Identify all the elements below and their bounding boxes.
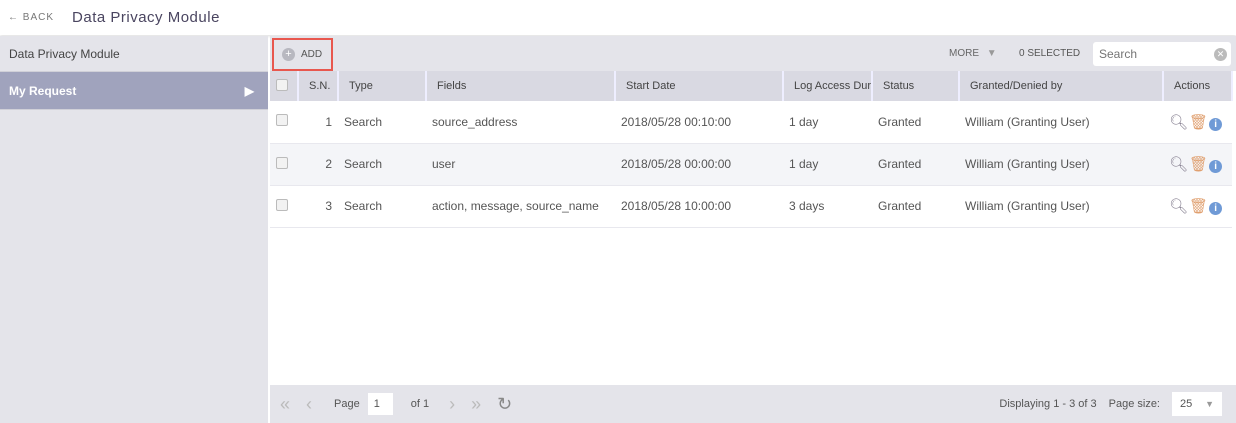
- displaying-text: Displaying 1 - 3 of 3: [999, 398, 1097, 410]
- requests-table: S.N. Type Fields Start Date Log Access D…: [270, 71, 1233, 228]
- cell-granted-by: William (Granting User): [959, 185, 1163, 228]
- last-page-icon[interactable]: »: [471, 394, 481, 415]
- cell-start-date: 2018/05/28 00:00:00: [615, 143, 783, 186]
- info-icon[interactable]: i: [1209, 117, 1223, 131]
- column-header-type[interactable]: Type: [338, 71, 427, 101]
- cell-fields: user: [426, 143, 615, 186]
- selected-count: 0 SELECTED: [1019, 48, 1081, 59]
- cell-sn: 2: [298, 143, 338, 186]
- main-panel: + ADD MORE ▼ 0 SELECTED ✕ S.N. Type Field…: [270, 36, 1236, 423]
- refresh-icon[interactable]: ↻: [497, 394, 512, 415]
- cell-type: Search: [338, 143, 426, 186]
- trash-icon[interactable]: 🗑︎: [1189, 198, 1208, 215]
- sidebar-item-my-request[interactable]: My Request ▶: [0, 72, 268, 110]
- cell-granted-by: William (Granting User): [959, 101, 1163, 144]
- select-all-checkbox[interactable]: [276, 78, 288, 91]
- cell-duration: 1 day: [783, 101, 872, 144]
- trash-icon[interactable]: 🗑︎: [1189, 114, 1208, 131]
- table-row[interactable]: 2 Search user 2018/05/28 00:00:00 1 day …: [270, 143, 1232, 186]
- sidebar-item-data-privacy-module[interactable]: Data Privacy Module: [0, 36, 268, 72]
- toolbar: + ADD MORE ▼ 0 SELECTED ✕: [270, 36, 1236, 71]
- page-size-value: 25: [1180, 398, 1193, 410]
- column-header-fields[interactable]: Fields: [426, 71, 616, 101]
- next-page-icon[interactable]: ›: [449, 394, 455, 415]
- search-icon[interactable]: 🔍︎: [1169, 156, 1188, 173]
- add-label: ADD: [301, 49, 323, 60]
- column-header-sn[interactable]: S.N.: [298, 71, 339, 101]
- row-checkbox[interactable]: [276, 156, 288, 169]
- sidebar: Data Privacy Module My Request ▶: [0, 36, 268, 423]
- cell-sn: 1: [298, 101, 338, 144]
- first-page-icon[interactable]: «: [280, 394, 290, 415]
- column-header-granted-by[interactable]: Granted/Denied by: [959, 71, 1164, 101]
- page-size-select[interactable]: 25 ▼: [1172, 392, 1222, 416]
- more-dropdown[interactable]: MORE ▼: [949, 48, 997, 59]
- cell-type: Search: [338, 101, 426, 144]
- info-icon[interactable]: i: [1209, 160, 1223, 173]
- table-row[interactable]: 1 Search source_address 2018/05/28 00:10…: [270, 101, 1232, 144]
- info-icon[interactable]: i: [1209, 202, 1223, 215]
- cell-duration: 1 day: [783, 143, 872, 186]
- cell-granted-by: William (Granting User): [959, 143, 1163, 186]
- pagination-bar: « ‹ Page 1 of 1 › » ↻ Displaying 1 - 3 o…: [270, 385, 1236, 423]
- cell-sn: 3: [298, 185, 338, 228]
- table-row[interactable]: 3 Search action, message, source_name 20…: [270, 185, 1232, 228]
- more-label: MORE: [949, 48, 979, 59]
- sidebar-item-label: Data Privacy Module: [9, 46, 120, 61]
- cell-status: Granted: [872, 185, 959, 228]
- clear-search-icon[interactable]: ✕: [1214, 48, 1227, 61]
- add-button[interactable]: + ADD: [272, 38, 333, 71]
- header: ← BACK Data Privacy Module: [0, 0, 1236, 35]
- column-header-log-access-duration[interactable]: Log Access Dur: [783, 71, 873, 101]
- search-icon[interactable]: 🔍︎: [1169, 198, 1188, 215]
- column-header-actions: Actions: [1163, 71, 1233, 101]
- cell-start-date: 2018/05/28 00:10:00: [615, 101, 783, 144]
- page-input[interactable]: 1: [367, 393, 393, 415]
- page-size-label: Page size:: [1108, 398, 1160, 410]
- back-button[interactable]: ← BACK: [8, 12, 54, 23]
- caret-right-icon: ▶: [244, 83, 254, 98]
- caret-down-icon: ▼: [1205, 399, 1214, 409]
- cell-duration: 3 days: [783, 185, 872, 228]
- cell-start-date: 2018/05/28 10:00:00: [615, 185, 783, 228]
- cell-type: Search: [338, 185, 426, 228]
- plus-circle-icon: +: [282, 48, 295, 61]
- trash-icon[interactable]: 🗑︎: [1189, 156, 1208, 173]
- page-title: Data Privacy Module: [72, 9, 220, 26]
- page-count: of 1: [410, 398, 430, 410]
- search-icon[interactable]: 🔍︎: [1169, 114, 1188, 131]
- cell-status: Granted: [872, 143, 959, 186]
- row-checkbox[interactable]: [276, 114, 288, 127]
- cell-fields: action, message, source_name: [426, 185, 615, 228]
- caret-down-icon: ▼: [986, 48, 997, 59]
- sidebar-item-label: My Request: [9, 83, 77, 98]
- cell-status: Granted: [872, 101, 959, 144]
- column-header-status[interactable]: Status: [872, 71, 960, 101]
- page-label: Page: [334, 398, 360, 410]
- prev-page-icon[interactable]: ‹: [306, 394, 312, 415]
- search-input[interactable]: [1093, 42, 1231, 66]
- back-label: BACK: [22, 12, 55, 23]
- cell-fields: source_address: [426, 101, 615, 144]
- column-header-start-date[interactable]: Start Date: [615, 71, 784, 101]
- row-checkbox[interactable]: [276, 198, 288, 211]
